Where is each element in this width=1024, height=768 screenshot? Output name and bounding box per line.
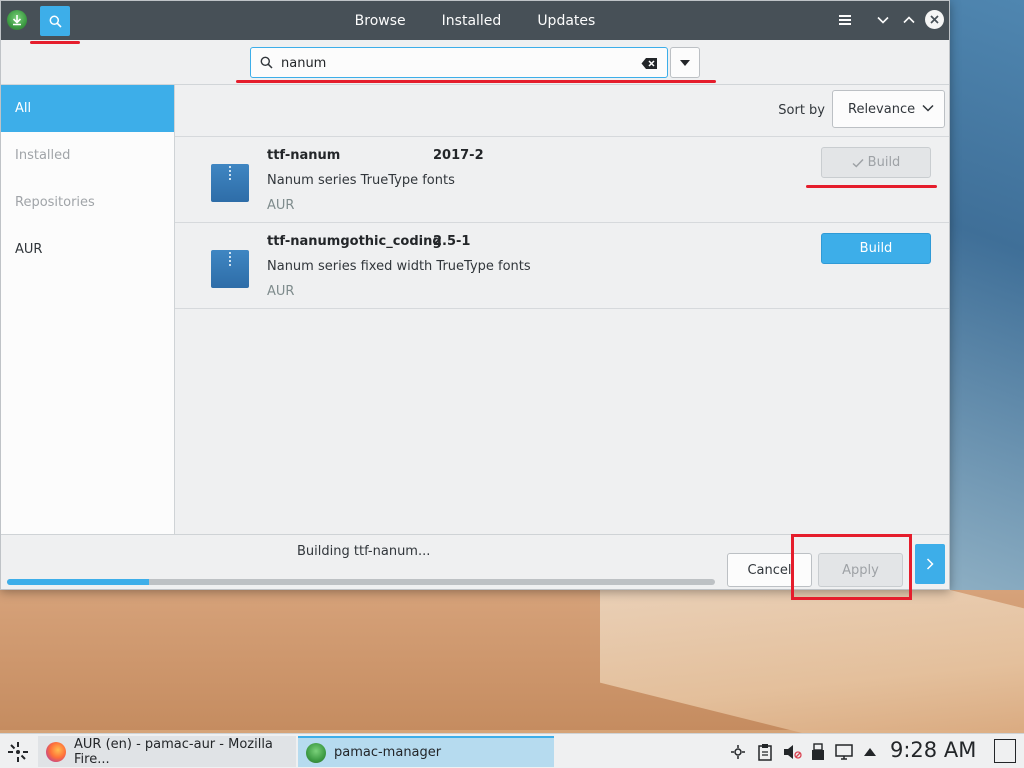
application-launcher[interactable] <box>6 740 30 764</box>
annotation-box <box>791 534 912 600</box>
triangle-down-icon <box>680 59 690 66</box>
sort-dropdown[interactable]: Relevance <box>832 90 945 128</box>
close-button[interactable] <box>925 10 944 29</box>
clear-text-icon[interactable] <box>641 57 658 70</box>
search-options-button[interactable] <box>670 47 700 78</box>
minimize-button[interactable] <box>872 9 894 31</box>
package-name: ttf-nanumgothic_coding <box>267 234 442 249</box>
build-button[interactable]: Build <box>821 233 931 264</box>
view-switcher: Browse Installed Updates <box>1 1 949 40</box>
package-row[interactable]: ttf-nanum 2017-2 Nanum series TrueType f… <box>175 137 949 223</box>
search-input[interactable] <box>281 53 631 73</box>
annotation-underline <box>30 41 80 44</box>
tab-installed[interactable]: Installed <box>438 13 506 29</box>
package-description: Nanum series fixed width TrueType fonts <box>267 259 531 274</box>
package-version: 2.5-1 <box>433 234 471 249</box>
package-version: 2017-2 <box>433 148 484 163</box>
archive-package-icon <box>211 250 249 288</box>
close-icon <box>930 15 939 24</box>
search-field <box>250 47 668 78</box>
usb-device-icon[interactable] <box>808 742 828 762</box>
tray-expand-icon[interactable] <box>860 742 880 762</box>
package-name: ttf-nanum <box>267 148 341 163</box>
display-tray-icon[interactable] <box>834 742 854 762</box>
search-icon <box>260 56 273 69</box>
package-repo: AUR <box>267 198 295 213</box>
sidebar-item-repositories[interactable]: Repositories <box>1 179 174 226</box>
sidebar-item-all[interactable]: All <box>1 85 174 132</box>
firefox-icon <box>46 741 66 762</box>
build-button-label: Build <box>859 241 893 256</box>
transaction-status: Building ttf-nanum... <box>297 544 431 559</box>
annotation-underline <box>236 80 716 83</box>
task-label: AUR (en) - pamac-aur - Mozilla Fire... <box>74 736 273 767</box>
search-bar <box>1 40 949 85</box>
annotation-underline <box>806 185 937 188</box>
show-desktop-button[interactable] <box>994 739 1016 763</box>
chevron-down-icon <box>877 16 889 24</box>
desktop-wallpaper <box>950 0 1024 600</box>
volume-muted-icon[interactable] <box>782 742 802 762</box>
clipboard-tray-icon[interactable] <box>755 742 775 762</box>
details-button[interactable] <box>915 544 945 584</box>
clock[interactable]: 9:28 AM <box>890 738 976 762</box>
package-list-area: Sort by Relevance ttf-nanum 2017-2 Nanum… <box>175 85 949 534</box>
manjaro-logo-icon <box>8 742 28 762</box>
sidebar: All Installed Repositories AUR <box>1 85 175 534</box>
build-button-label: Build <box>867 155 901 170</box>
taskbar-task-firefox[interactable]: AUR (en) - pamac-aur - Mozilla Fire... <box>38 736 296 767</box>
sort-selected-value: Relevance <box>848 101 916 117</box>
package-row[interactable]: ttf-nanumgothic_coding 2.5-1 Nanum serie… <box>175 223 949 309</box>
progress-bar <box>7 579 715 585</box>
checkmark-icon <box>852 158 864 168</box>
package-repo: AUR <box>267 284 295 299</box>
sort-label: Sort by <box>778 103 825 118</box>
chevron-right-icon <box>926 558 934 570</box>
archive-package-icon <box>211 164 249 202</box>
sidebar-item-installed[interactable]: Installed <box>1 132 174 179</box>
sort-row: Sort by Relevance <box>175 85 949 137</box>
sidebar-item-aur[interactable]: AUR <box>1 226 174 273</box>
network-tray-icon[interactable] <box>728 742 748 762</box>
pamac-app-icon[interactable] <box>7 10 27 30</box>
build-button[interactable]: Build <box>821 147 931 178</box>
progress-fill <box>7 579 149 585</box>
pamac-icon <box>306 742 326 763</box>
pamac-window: Browse Installed Updates All Installed R <box>0 0 950 590</box>
package-description: Nanum series TrueType fonts <box>267 173 455 188</box>
chevron-up-icon <box>903 16 915 24</box>
task-label: pamac-manager <box>334 745 442 760</box>
chevron-down-icon <box>922 104 934 112</box>
taskbar: AUR (en) - pamac-aur - Mozilla Fire... p… <box>0 733 1024 768</box>
maximize-button[interactable] <box>898 9 920 31</box>
hamburger-menu-icon <box>839 15 851 25</box>
taskbar-task-pamac[interactable]: pamac-manager <box>298 736 554 767</box>
tab-browse[interactable]: Browse <box>351 13 410 29</box>
titlebar: Browse Installed Updates <box>1 1 949 40</box>
tab-updates[interactable]: Updates <box>533 13 599 29</box>
search-icon <box>49 15 62 28</box>
menu-button[interactable] <box>834 9 856 31</box>
search-toggle-button[interactable] <box>40 6 70 36</box>
